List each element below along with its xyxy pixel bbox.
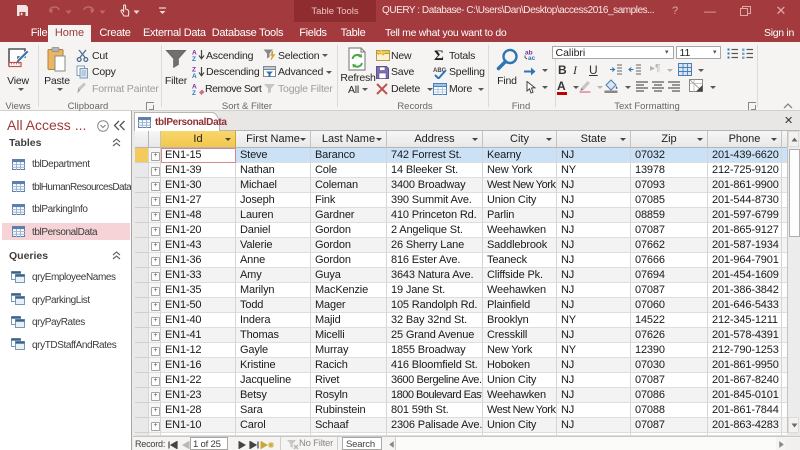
svg-text:ac: ac [528,55,536,60]
svg-text:A: A [192,73,197,78]
svg-text:Z: Z [192,90,196,95]
svg-text:Z: Z [192,56,196,61]
